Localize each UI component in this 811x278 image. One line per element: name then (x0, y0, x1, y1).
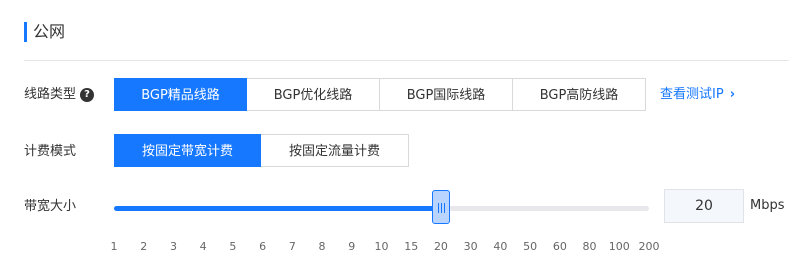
tick-label: 60 (552, 240, 567, 253)
billing-selector: 按固定带宽计费 按固定流量计费 (114, 134, 409, 167)
tick-label: 4 (199, 240, 207, 253)
line-type-option-international[interactable]: BGP国际线路 (380, 78, 513, 111)
tick-label: 2 (140, 240, 148, 253)
line-type-label: 线路类型 (24, 87, 77, 102)
tick-label: 100 (608, 240, 630, 253)
billing-option-bandwidth[interactable]: 按固定带宽计费 (114, 134, 261, 167)
line-type-option-premium[interactable]: BGP精品线路 (114, 78, 247, 111)
bandwidth-label: 带宽大小 (24, 199, 77, 214)
chevron-right-icon: › (729, 87, 736, 102)
tick-label: 5 (229, 240, 237, 253)
billing-label: 计费模式 (24, 144, 77, 159)
tick-label: 8 (318, 240, 326, 253)
tick-label: 15 (404, 240, 419, 253)
tick-label: 40 (493, 240, 508, 253)
bandwidth-value-input[interactable]: 20 (664, 189, 744, 223)
view-test-ip-label: 查看测试IP (660, 87, 724, 102)
section-title: 公网 (24, 22, 65, 42)
tick-label: 10 (374, 240, 389, 253)
grip-icon (437, 203, 446, 213)
tick-label: 200 (638, 240, 660, 253)
line-type-option-ddos-protection[interactable]: BGP高防线路 (513, 78, 646, 111)
tick-label: 7 (288, 240, 296, 253)
bandwidth-tick-labels: 1 2 3 4 5 6 7 8 9 10 15 20 30 40 50 60 80 100 200 (0, 240, 811, 256)
section-divider (24, 60, 789, 61)
bandwidth-slider-track[interactable] (114, 206, 649, 211)
tick-label: 20 (433, 240, 448, 253)
billing-option-traffic[interactable]: 按固定流量计费 (261, 134, 409, 167)
tick-label: 6 (259, 240, 267, 253)
tick-label: 80 (582, 240, 597, 253)
bandwidth-slider-handle[interactable] (431, 190, 450, 224)
tick-label: 9 (348, 240, 356, 253)
question-circle-icon[interactable]: ? (80, 87, 95, 102)
line-type-option-optimized[interactable]: BGP优化线路 (247, 78, 380, 111)
view-test-ip-link[interactable]: 查看测试IP › (660, 85, 735, 105)
bandwidth-slider-fill (114, 206, 441, 211)
tick-label: 1 (110, 240, 118, 253)
tick-label: 3 (169, 240, 177, 253)
line-type-label-group: 线路类型? (24, 85, 95, 105)
tick-label: 30 (463, 240, 478, 253)
tick-label: 50 (523, 240, 538, 253)
bandwidth-unit: Mbps (750, 198, 785, 213)
line-type-selector: BGP精品线路 BGP优化线路 BGP国际线路 BGP高防线路 (114, 78, 646, 111)
